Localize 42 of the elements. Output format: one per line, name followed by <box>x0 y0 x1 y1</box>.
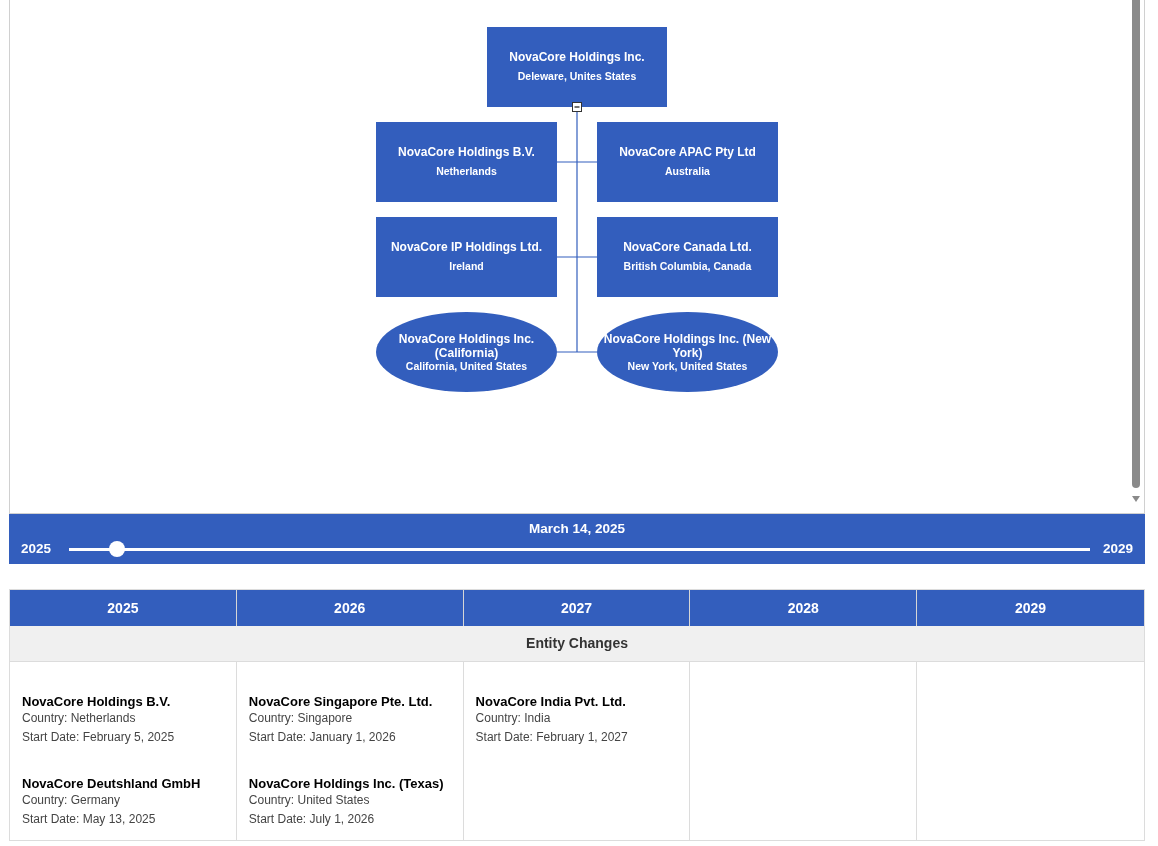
node-location: British Columbia, Canada <box>623 259 752 273</box>
node-title: NovaCore Canada Ltd. <box>623 239 752 254</box>
node-location: Australia <box>665 164 710 178</box>
column-header: 2028 <box>690 590 918 626</box>
slider-thumb[interactable] <box>109 541 125 557</box>
column-header: 2025 <box>10 590 237 626</box>
entity-name: NovaCore India Pvt. Ltd. <box>475 693 627 710</box>
entity-name: NovaCore Singapore Pte. Ltd. <box>248 693 434 710</box>
selected-date: March 14, 2025 <box>528 520 626 538</box>
node-title: NovaCore IP Holdings Ltd. <box>390 239 543 254</box>
node-title: NovaCore Holdings Inc. (New York) <box>602 332 773 360</box>
entity-start-date: Start Date: January 1, 2026 <box>248 729 397 746</box>
node-title: NovaCore Holdings B.V. <box>398 144 535 159</box>
scrollbar-thumb[interactable] <box>1132 0 1140 488</box>
entity-name: NovaCore Holdings B.V. <box>22 693 172 710</box>
column-header: 2027 <box>463 590 691 626</box>
column-header: 2026 <box>236 590 464 626</box>
node-location: New York, United States <box>627 360 748 373</box>
entity-country: Country: Germany <box>22 792 122 809</box>
node-location: Deleware, Unites States <box>517 69 637 83</box>
section-header: Entity Changes <box>10 626 1144 662</box>
entity-start-date: Start Date: May 13, 2025 <box>22 811 157 828</box>
node-location: Netherlands <box>436 164 497 178</box>
entity-country: Country: Singapore <box>248 710 354 727</box>
node-location: California, United States <box>405 360 528 373</box>
node-title: NovaCore Holdings Inc. (California) <box>397 332 536 360</box>
range-end-label: 2029 <box>1101 540 1133 558</box>
range-start-label: 2025 <box>21 540 53 558</box>
column-header: 2029 <box>917 590 1144 626</box>
entity-country: Country: Netherlands <box>22 710 137 727</box>
entity-country: Country: United States <box>248 792 371 809</box>
entity-start-date: Start Date: February 1, 2027 <box>475 729 629 746</box>
entity-start-date: Start Date: July 1, 2026 <box>248 811 376 828</box>
scroll-down-arrow-icon[interactable] <box>1132 496 1140 502</box>
entity-name: NovaCore Deutshland GmbH <box>22 775 202 792</box>
node-location: Ireland <box>449 259 484 273</box>
entity-country: Country: India <box>475 710 552 727</box>
entity-start-date: Start Date: February 5, 2025 <box>22 729 176 746</box>
node-title: NovaCore APAC Pty Ltd <box>619 144 756 159</box>
entity-name: NovaCore Holdings Inc. (Texas) <box>248 775 445 792</box>
minus-box-icon[interactable] <box>572 102 582 112</box>
node-title: NovaCore Holdings Inc. <box>509 49 645 64</box>
